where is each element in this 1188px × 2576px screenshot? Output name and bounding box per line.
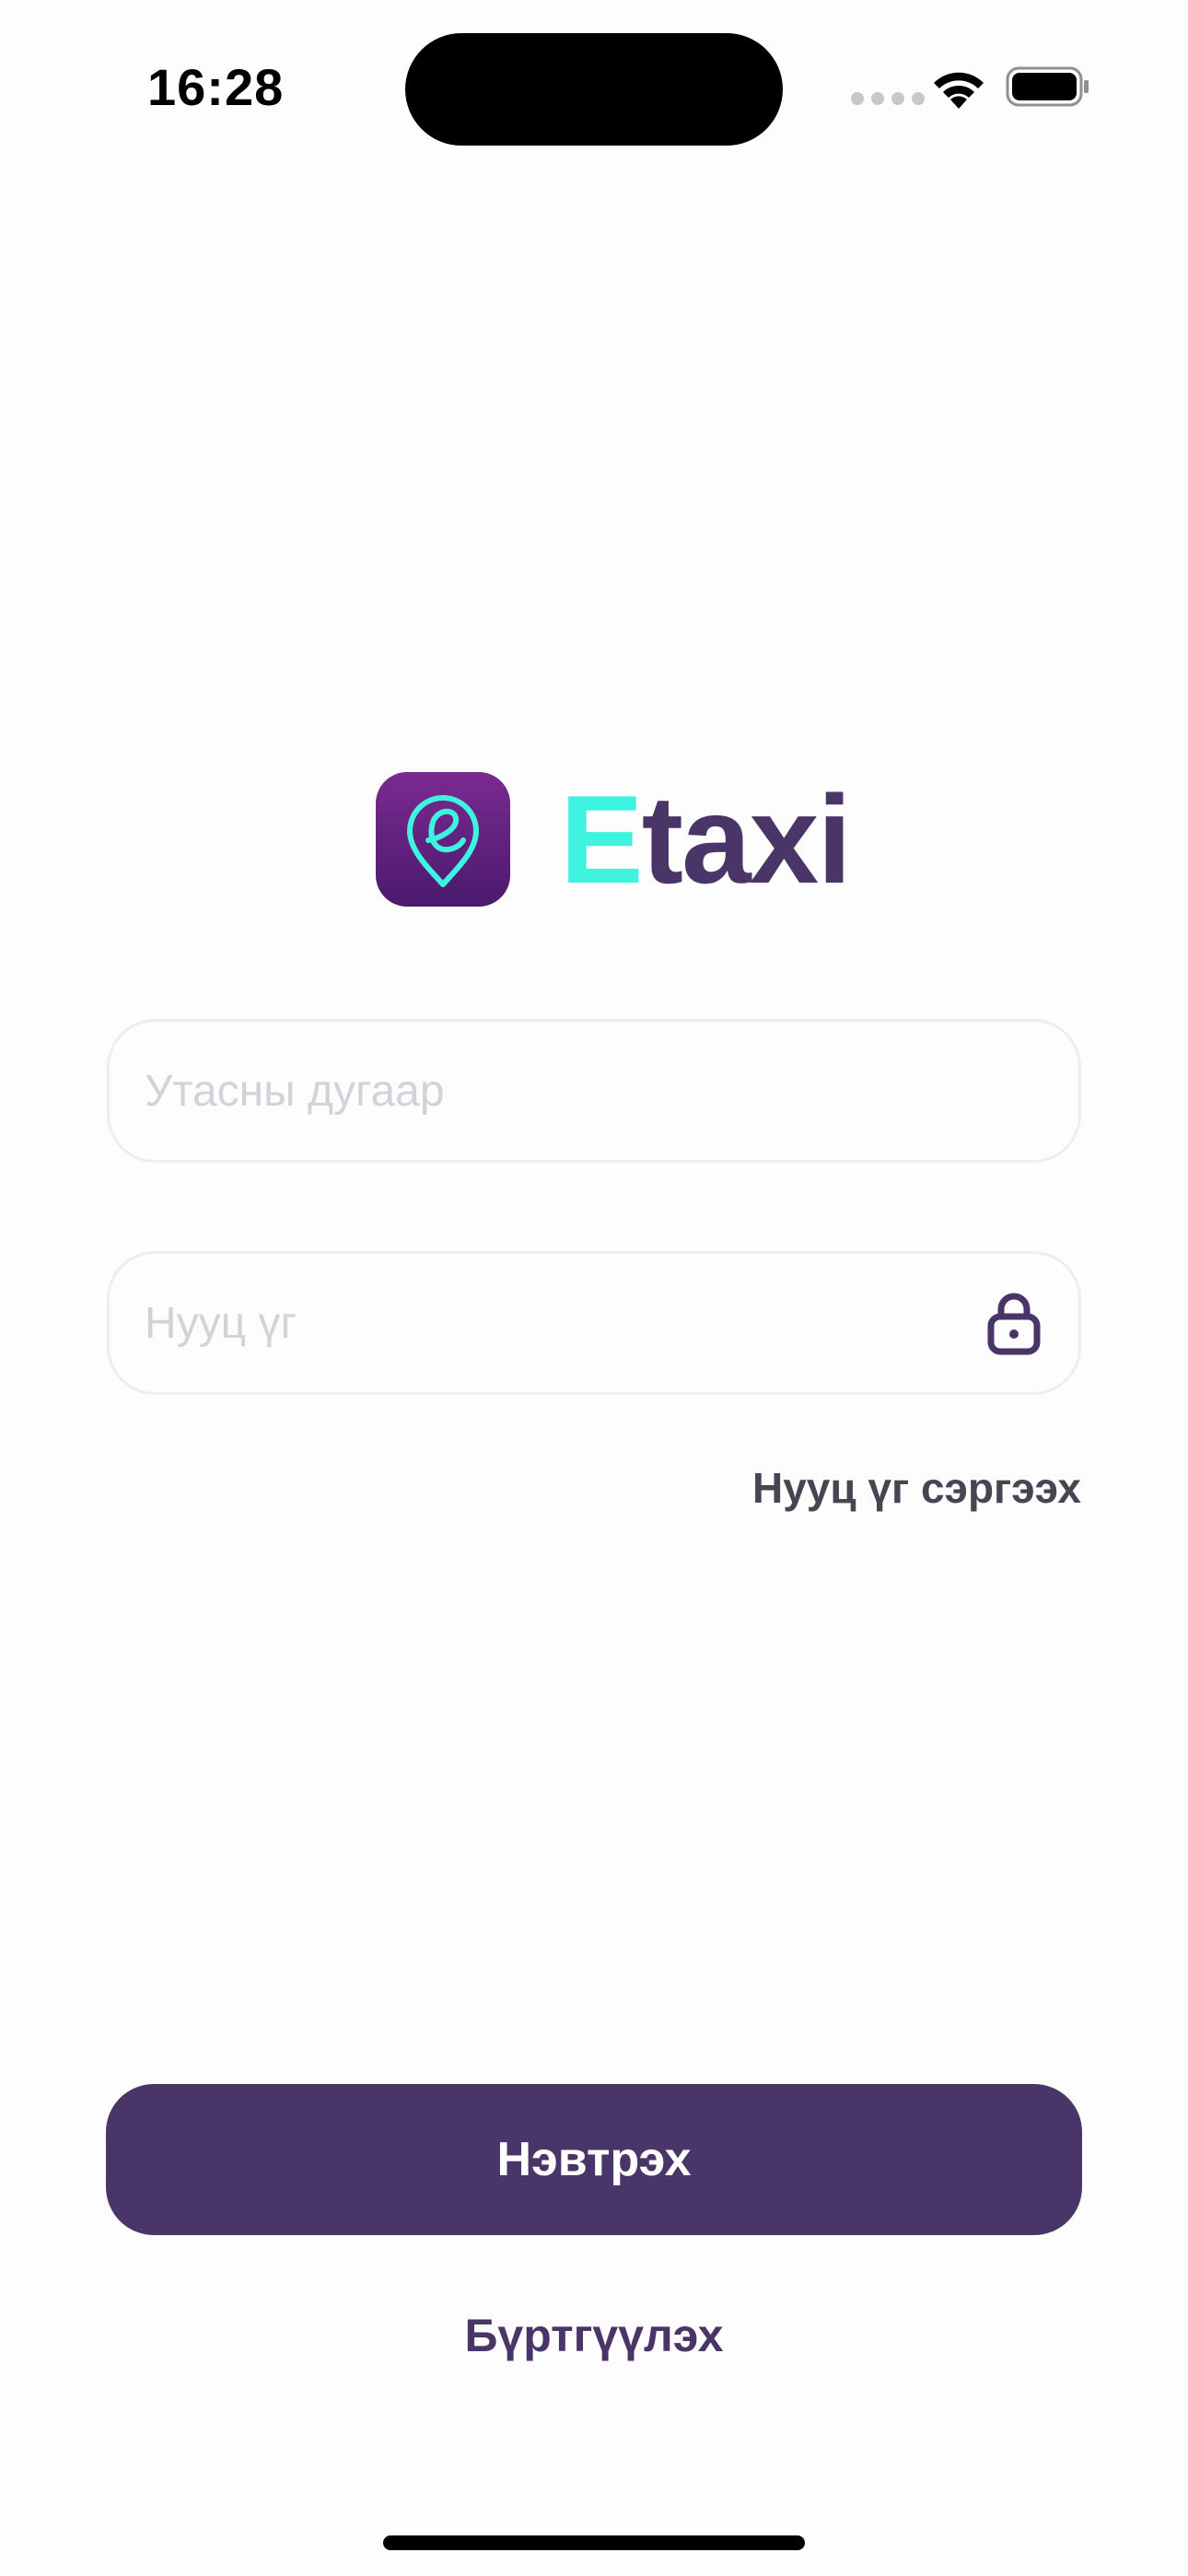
battery-icon: [1006, 66, 1089, 107]
login-screen: 16:28 Etaxi Утасны дугаар Нууц үг сэргээ…: [0, 0, 1188, 2576]
home-indicator[interactable]: [383, 2535, 805, 2550]
forgot-password-link[interactable]: Нууц үг сэргээх: [752, 1463, 1081, 1513]
phone-field[interactable]: [107, 1019, 1081, 1163]
password-input[interactable]: [145, 1297, 986, 1349]
brand-name-rest: taxi: [641, 769, 852, 909]
status-time: 16:28: [147, 58, 285, 116]
brand-name: Etaxi: [560, 777, 852, 902]
phone-input[interactable]: [145, 1065, 1042, 1117]
lock-icon[interactable]: [986, 1290, 1042, 1356]
wifi-icon: [934, 72, 984, 109]
brand-name-first-letter: E: [560, 769, 644, 909]
register-link[interactable]: Бүртгүүлэх: [0, 2309, 1188, 2362]
password-field[interactable]: [107, 1251, 1081, 1395]
signal-dots-icon: [851, 92, 925, 105]
dynamic-island: [405, 33, 783, 146]
login-button[interactable]: Нэвтрэх: [106, 2084, 1082, 2235]
location-pin-e-icon: [376, 772, 510, 907]
app-logo: Etaxi: [376, 772, 852, 907]
